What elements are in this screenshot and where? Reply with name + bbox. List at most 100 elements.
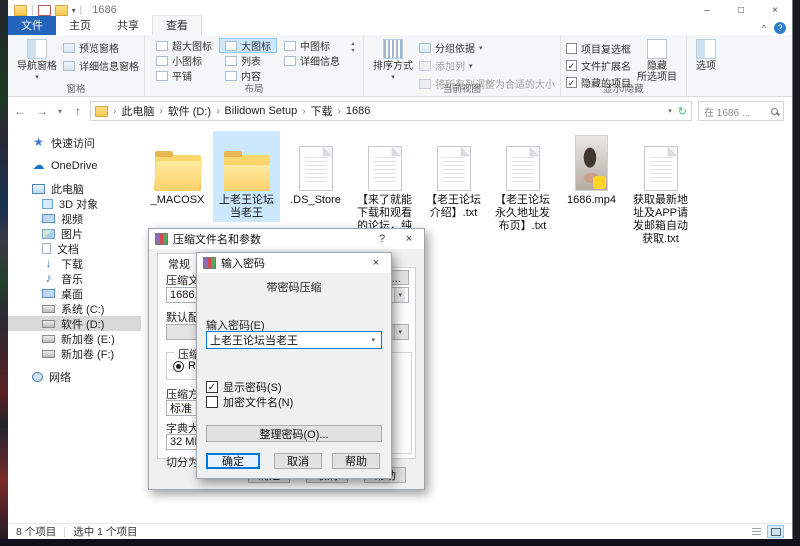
sidebar-item-music[interactable]: ♪音乐 [8,271,141,286]
tab-general[interactable]: 常规 [157,253,201,274]
breadcrumb-downloads[interactable]: 下载 [311,103,333,119]
sidebar-item-drive-e[interactable]: 新加卷 (E:) [8,331,141,346]
view-extra-large-icons[interactable]: 超大图标 [150,38,218,53]
breadcrumb-bilidown[interactable]: Bilidown Setup [224,105,297,117]
folder-icon[interactable] [14,5,27,16]
tab-view[interactable]: 查看 [152,15,202,35]
address-right-icons: ▾ ↻ [668,105,687,118]
organize-passwords-button[interactable]: 整理密码(O)... [206,425,382,442]
chevron-down-icon[interactable]: ▾ [394,288,405,302]
search-input[interactable]: 在 1686 ... [698,101,784,121]
view-toggles [748,525,784,538]
view-details[interactable]: 详细信息 [278,53,346,68]
view-medium-icons[interactable]: 中图标 [278,38,346,53]
icon-wrap [368,133,402,191]
back-button[interactable]: ← [10,104,30,118]
file-item-selected-folder[interactable]: 上老王论坛当老王 [213,131,280,222]
scroll-up-icon[interactable]: ▴ [351,40,354,47]
address-dropdown-icon[interactable]: ▾ [668,107,672,115]
dialog-title-bar[interactable]: 输入密码 × [197,253,391,273]
preview-pane-button[interactable]: 预览窗格 [63,40,139,55]
computer-icon [32,184,45,194]
recent-locations-icon[interactable]: ▾ [54,107,66,116]
forward-button[interactable]: → [32,104,52,118]
folder-icon [155,155,201,191]
file-item-txt-3[interactable]: 【老王论坛永久地址发布页】.txt [489,131,556,235]
sidebar-item-3d-objects[interactable]: 3D 对象 [8,196,141,211]
tab-file[interactable]: 文件 [8,16,56,35]
tab-home[interactable]: 主页 [56,16,104,35]
encrypt-filenames-checkbox[interactable]: 加密文件名(N) [206,394,293,410]
dialog-title-bar[interactable]: 压缩文件名和参数 ? × [149,229,424,249]
password-input[interactable]: 上老王论坛当老王 ▾ [206,331,382,349]
group-label-layout: 布局 [145,81,363,95]
view-list[interactable]: 列表 [219,53,277,68]
view-label: 详细信息 [300,53,340,68]
view-small-icons[interactable]: 小图标 [150,53,218,68]
breadcrumb-drive-d[interactable]: 软件 (D:) [168,103,211,119]
view-large-icons[interactable]: 大图标 [219,38,277,53]
options-button[interactable]: 选项 [692,38,720,73]
chevron-down-icon[interactable]: ▾ [394,325,405,339]
help-icon[interactable]: ? [774,22,786,34]
chevron-down-icon[interactable]: ▾ [368,332,378,348]
breadcrumb-1686[interactable]: 1686 [346,105,370,117]
sort-by-icon [383,39,403,59]
breadcrumb[interactable]: › 此电脑 › 软件 (D:) › Bilidown Setup › 下载 › … [90,101,692,121]
close-button[interactable]: × [758,0,792,20]
breadcrumb-this-pc[interactable]: 此电脑 [121,103,154,119]
maximize-button[interactable]: □ [724,0,758,20]
file-extensions-checkbox[interactable]: ✓ 文件扩展名 [566,58,631,73]
ok-button[interactable]: 确定 [206,453,260,469]
sidebar-item-desktop[interactable]: 桌面 [8,286,141,301]
customize-qat-icon[interactable]: ▾ [72,6,76,15]
tab-share[interactable]: 共享 [104,16,152,35]
details-view-toggle[interactable] [748,525,765,538]
group-by-button[interactable]: 分组依据 ▾ [419,40,555,55]
sidebar-item-quick-access[interactable]: ★快速访问 [8,135,141,150]
sidebar-item-this-pc[interactable]: 此电脑 [8,181,141,196]
add-columns-label: 添加列 [435,58,465,73]
help-button[interactable]: 帮助 [332,453,380,469]
refresh-icon[interactable]: ↻ [678,105,687,118]
add-columns-icon [419,61,431,71]
hide-selected-button[interactable]: 隐藏 所选项目 [633,38,681,84]
sidebar-item-drive-c[interactable]: 系统 (C:) [8,301,141,316]
minimize-button[interactable]: – [690,0,724,20]
file-item-video[interactable]: 1686.mp4 [558,131,625,209]
file-item-txt-2[interactable]: 【老王论坛介绍】.txt [420,131,487,222]
item-checkboxes-checkbox[interactable]: 项目复选框 [566,41,631,56]
sidebar-item-drive-f[interactable]: 新加卷 (F:) [8,346,141,361]
collapse-ribbon-icon[interactable]: ^ [762,23,766,33]
icons-view-toggle[interactable] [767,525,784,538]
add-columns-button[interactable]: 添加列 ▾ [419,58,555,73]
layout-scrollbar[interactable]: ▴ ▾ [348,38,358,56]
separator: | [31,5,34,16]
sort-by-button[interactable]: 排序方式 ▾ [369,38,417,84]
sidebar-item-videos[interactable]: 视频 [8,211,141,226]
dialog-help-icon[interactable]: ? [371,233,393,245]
sidebar-item-pictures[interactable]: 图片 [8,226,141,241]
cancel-button[interactable]: 取消 [274,453,322,469]
sidebar-item-documents[interactable]: 文档 [8,241,141,256]
scroll-down-icon[interactable]: ▾ [351,47,354,54]
properties-icon[interactable] [38,5,51,16]
sidebar-item-drive-d[interactable]: 软件 (D:) [8,316,141,331]
nav-pane-button[interactable]: 导航窗格 ▾ [13,38,61,84]
file-item-dsstore[interactable]: .DS_Store [282,131,349,209]
file-item-txt-4[interactable]: 获取最新地址及APP请发邮箱自动获取.txt [627,131,694,248]
details-pane-button[interactable]: 详细信息窗格 [63,58,139,73]
sidebar-label: 网络 [49,369,71,385]
sidebar-item-onedrive[interactable]: ☁OneDrive [8,158,141,173]
file-item-macosx[interactable]: _MACOSX [144,131,211,209]
details-pane-icon [63,61,75,71]
dialog-close-icon[interactable]: × [365,257,387,269]
show-password-checkbox[interactable]: ✓ 显示密码(S) [206,379,282,395]
cube-icon [42,199,53,209]
new-folder-icon[interactable] [55,5,68,16]
up-button[interactable]: ↑ [68,104,88,118]
sidebar-item-network[interactable]: 网络 [8,369,141,384]
dialog-close-icon[interactable]: × [398,233,420,245]
file-label: .DS_Store [290,194,341,207]
sidebar-item-downloads[interactable]: ↓下载 [8,256,141,271]
